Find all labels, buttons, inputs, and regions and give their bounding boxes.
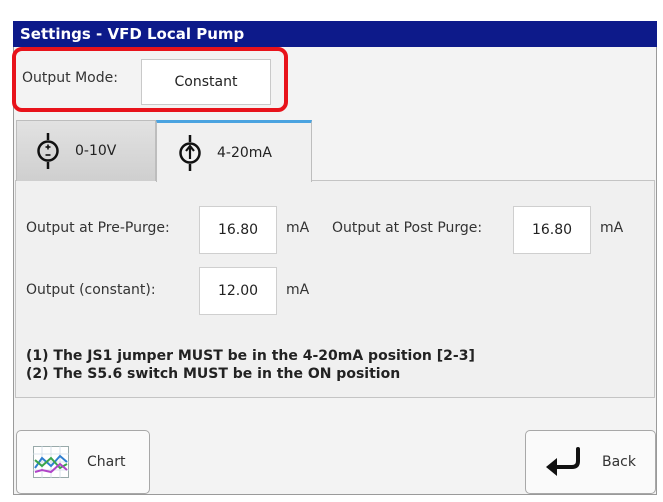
current-source-icon <box>179 134 201 171</box>
constant-unit: mA <box>286 282 310 298</box>
tab-label: 4-20mA <box>217 144 272 161</box>
highlight-annotation <box>12 47 288 112</box>
chart-icon <box>33 446 69 478</box>
back-button-label: Back <box>602 454 636 470</box>
tab-label: 0-10V <box>75 143 117 159</box>
pre-purge-input[interactable]: 16.80 <box>199 206 277 254</box>
post-purge-label: Output at Post Purge: <box>332 220 483 236</box>
post-purge-unit: mA <box>600 220 624 236</box>
pre-purge-unit: mA <box>286 220 310 236</box>
constant-input[interactable]: 12.00 <box>199 267 277 315</box>
tab-0-10v[interactable]: 0-10V <box>16 120 156 181</box>
post-purge-input[interactable]: 16.80 <box>513 206 591 254</box>
window-title: Settings - VFD Local Pump <box>13 21 657 47</box>
back-arrow-icon <box>546 447 580 476</box>
pre-purge-label: Output at Pre-Purge: <box>26 220 170 236</box>
chart-button-label: Chart <box>87 454 126 470</box>
chart-button[interactable]: Chart <box>16 430 150 494</box>
voltage-source-icon <box>37 133 59 169</box>
back-button[interactable]: Back <box>525 430 656 494</box>
note-switch: (2) The S5.6 switch MUST be in the ON po… <box>26 366 401 382</box>
constant-label: Output (constant): <box>26 282 156 298</box>
note-jumper: (1) The JS1 jumper MUST be in the 4-20mA… <box>26 348 475 364</box>
tab-4-20ma[interactable]: 4-20mA <box>156 120 312 182</box>
